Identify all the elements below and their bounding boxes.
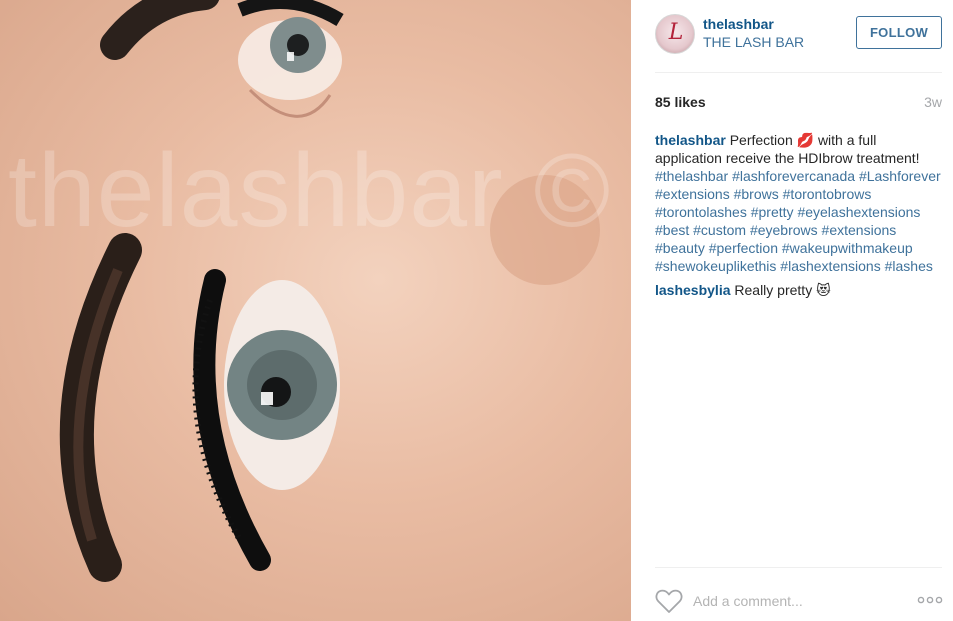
comment-text: Really pretty 😻	[734, 282, 831, 298]
comment-item: lashesbylia Really pretty 😻	[655, 281, 945, 299]
likes-count[interactable]: 85 likes	[655, 94, 706, 110]
hashtag[interactable]: #wakeupwithmakeup	[782, 240, 913, 256]
post-header: L thelashbar THE LASH BAR FOLLOW	[655, 14, 943, 54]
comment-bar	[655, 586, 943, 616]
hashtag[interactable]: #perfection	[709, 240, 778, 256]
hashtag[interactable]: #shewokeuplikethis	[655, 258, 776, 274]
caption-block: thelashbar Perfection 💋 with a full appl…	[655, 131, 945, 299]
hashtag[interactable]: #torontolashes	[655, 204, 747, 220]
hashtag[interactable]: #thelashbar	[655, 168, 728, 184]
photo-watermark: thelashbar ©	[8, 133, 612, 249]
post-time[interactable]: 3w	[924, 94, 942, 110]
heart-outline-icon[interactable]	[655, 588, 683, 614]
post-photo[interactable]: thelashbar ©	[0, 0, 631, 621]
hashtag[interactable]: #brows	[734, 186, 779, 202]
footer-divider	[655, 567, 942, 568]
header-divider	[655, 72, 942, 73]
hashtag[interactable]: #best	[655, 222, 689, 238]
hashtag[interactable]: #custom	[693, 222, 746, 238]
hashtag[interactable]: #beauty	[655, 240, 705, 256]
hashtag[interactable]: #torontobrows	[783, 186, 872, 202]
post-details-panel: L thelashbar THE LASH BAR FOLLOW 85 like…	[631, 0, 953, 621]
photo-illustration	[59, 0, 600, 582]
comment-input[interactable]	[693, 590, 893, 612]
full-name[interactable]: THE LASH BAR	[703, 34, 804, 50]
avatar-logo-letter: L	[668, 20, 684, 45]
hashtag[interactable]: #lashes	[885, 258, 933, 274]
hashtag[interactable]: #Lashforever	[859, 168, 941, 184]
hashtag[interactable]: #lashforevercanada	[732, 168, 855, 184]
caption: thelashbar Perfection 💋 with a full appl…	[655, 131, 945, 275]
hashtag[interactable]: #eyelashextensions	[797, 204, 920, 220]
hashtag[interactable]: #extensions	[655, 186, 730, 202]
hashtag[interactable]: #pretty	[751, 204, 794, 220]
more-options-icon[interactable]	[917, 594, 943, 606]
caption-username[interactable]: thelashbar	[655, 132, 726, 148]
hashtag[interactable]: #extensions	[822, 222, 897, 238]
hashtag[interactable]: #eyebrows	[750, 222, 818, 238]
username-link[interactable]: thelashbar	[703, 16, 774, 32]
follow-button[interactable]: FOLLOW	[856, 16, 942, 49]
comment-username[interactable]: lashesbylia	[655, 282, 731, 298]
avatar[interactable]: L	[655, 14, 695, 54]
hashtag[interactable]: #lashextensions	[780, 258, 880, 274]
